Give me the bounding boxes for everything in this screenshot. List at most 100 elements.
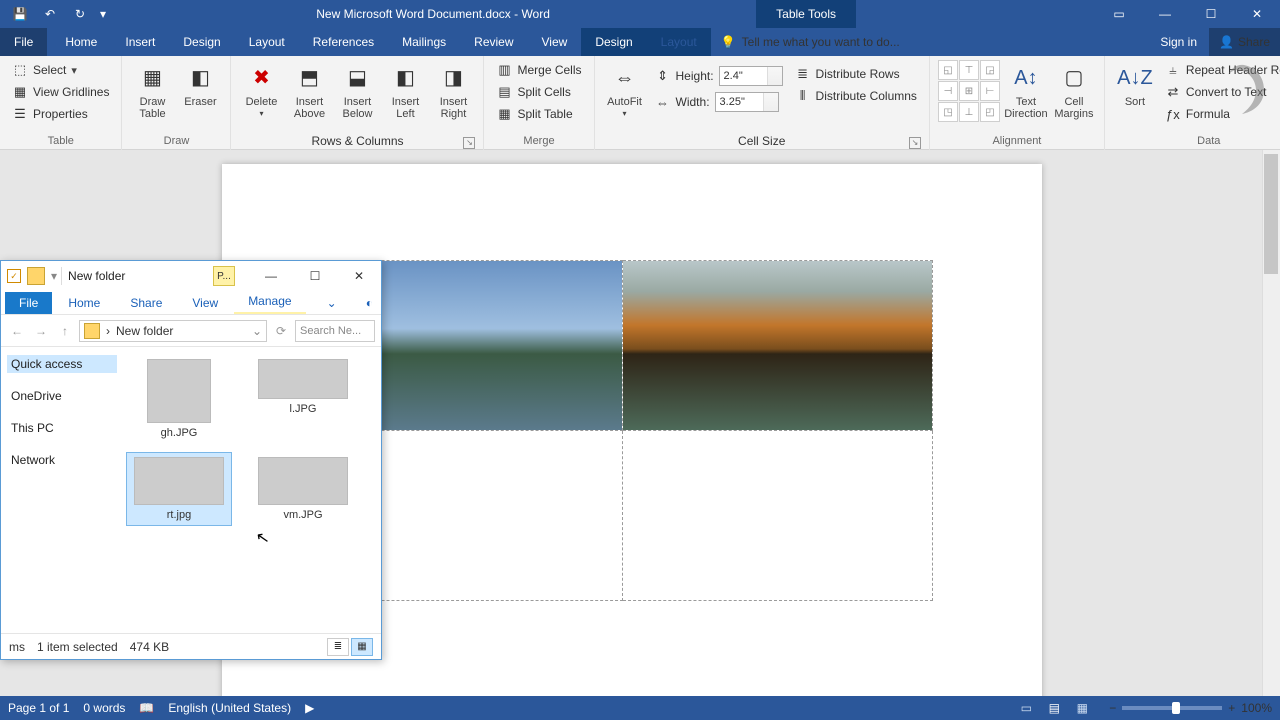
tab-layout[interactable]: Layout	[235, 28, 299, 56]
explorer-tab-home[interactable]: Home	[54, 292, 114, 314]
tell-me-search[interactable]: 💡Tell me what you want to do...	[711, 28, 1149, 56]
thumbnails-view-button[interactable]: ▦	[351, 638, 373, 656]
word-table[interactable]	[312, 260, 933, 601]
picture-tools-tab[interactable]: P...	[213, 266, 235, 286]
align-bl[interactable]: ◳	[938, 102, 958, 122]
tab-insert[interactable]: Insert	[111, 28, 169, 56]
file-explorer-window[interactable]: ✓ ▾ New folder P... — ☐ ✕ File Home Shar…	[0, 260, 382, 660]
scroll-thumb[interactable]	[1264, 154, 1278, 274]
tab-file[interactable]: File	[0, 28, 47, 56]
explorer-tab-file[interactable]: File	[5, 292, 52, 314]
align-ml[interactable]: ⊣	[938, 81, 958, 101]
redo-button[interactable]: ↻	[66, 2, 94, 26]
maximize-button[interactable]: ☐	[1188, 0, 1234, 28]
explorer-back[interactable]: ←	[7, 321, 27, 341]
status-language[interactable]: English (United States)	[168, 701, 291, 715]
explorer-refresh[interactable]: ⟳	[271, 321, 291, 341]
split-cells-button[interactable]: ▤Split Cells	[492, 82, 585, 102]
insert-right-button[interactable]: ◨Insert Right	[431, 60, 475, 120]
tab-references[interactable]: References	[299, 28, 388, 56]
tab-mailings[interactable]: Mailings	[388, 28, 460, 56]
eraser-button[interactable]: ◧Eraser	[178, 60, 222, 108]
ribbon-options-button[interactable]: ▭	[1096, 0, 1142, 28]
select-button[interactable]: ⬚Select ▾	[8, 60, 113, 80]
close-button[interactable]: ✕	[1234, 0, 1280, 28]
col-width-field[interactable]: ⇔Width:3.25"	[651, 90, 787, 114]
print-layout-button[interactable]: ▤	[1041, 699, 1067, 717]
minimize-button[interactable]: —	[1142, 0, 1188, 28]
tab-review[interactable]: Review	[460, 28, 527, 56]
file-thumb[interactable]: gh.JPG	[127, 355, 231, 443]
split-table-button[interactable]: ▦Split Table	[492, 104, 585, 124]
zoom-slider[interactable]	[1122, 706, 1222, 710]
save-button[interactable]: 💾	[6, 2, 34, 26]
explorer-minimize[interactable]: —	[249, 261, 293, 291]
tab-home[interactable]: Home	[51, 28, 111, 56]
zoom-out-button[interactable]: −	[1109, 701, 1116, 715]
explorer-forward[interactable]: →	[31, 321, 51, 341]
distribute-cols-button[interactable]: ⫴Distribute Columns	[791, 86, 921, 106]
align-tc[interactable]: ⊤	[959, 60, 979, 80]
tab-design[interactable]: Design	[169, 28, 234, 56]
nav-onedrive[interactable]: OneDrive	[7, 387, 117, 405]
status-page[interactable]: Page 1 of 1	[8, 701, 69, 715]
table-cell[interactable]	[623, 261, 933, 431]
cellsize-dialog-launcher[interactable]: ↘	[909, 137, 921, 149]
explorer-maximize[interactable]: ☐	[293, 261, 337, 291]
height-spinner[interactable]: 2.4"	[719, 66, 783, 86]
explorer-tab-view[interactable]: View	[178, 292, 232, 314]
insert-below-button[interactable]: ⬓Insert Below	[335, 60, 379, 120]
rows-cols-dialog-launcher[interactable]: ↘	[463, 137, 475, 149]
nav-this-pc[interactable]: This PC	[7, 419, 117, 437]
undo-button[interactable]: ↶	[36, 2, 64, 26]
explorer-tab-share[interactable]: Share	[116, 292, 176, 314]
zoom-percent[interactable]: 100%	[1241, 701, 1272, 715]
distribute-rows-button[interactable]: ≣Distribute Rows	[791, 64, 921, 84]
tab-table-design[interactable]: Design	[581, 28, 646, 56]
qat-customize[interactable]: ▾	[96, 2, 110, 26]
width-spinner[interactable]: 3.25"	[715, 92, 779, 112]
autofit-button[interactable]: ⇔AutoFit▾	[603, 60, 647, 120]
explorer-tab-manage[interactable]: Manage	[234, 290, 305, 314]
tab-view[interactable]: View	[528, 28, 582, 56]
delete-button[interactable]: ✖Delete▾	[239, 60, 283, 120]
align-mc[interactable]: ⊞	[959, 81, 979, 101]
align-bc[interactable]: ⊥	[959, 102, 979, 122]
view-gridlines-button[interactable]: ▦View Gridlines	[8, 82, 113, 102]
file-thumb-selected[interactable]: rt.jpg	[127, 453, 231, 525]
nav-network[interactable]: Network	[7, 451, 117, 469]
explorer-path[interactable]: › New folder ⌄	[79, 320, 267, 342]
tab-table-layout[interactable]: Layout	[647, 28, 711, 56]
merge-cells-button[interactable]: ▥Merge Cells	[492, 60, 585, 80]
status-words[interactable]: 0 words	[83, 701, 125, 715]
explorer-search[interactable]: Search Ne...	[295, 320, 375, 342]
macro-icon[interactable]: ▶	[305, 701, 314, 715]
insert-above-button[interactable]: ⬒Insert Above	[287, 60, 331, 120]
explorer-expand-ribbon[interactable]: ⌄	[319, 292, 345, 314]
image-autumn-lake[interactable]	[623, 261, 932, 430]
nav-quick-access[interactable]: Quick access	[7, 355, 117, 373]
zoom-in-button[interactable]: +	[1228, 701, 1235, 715]
web-layout-button[interactable]: ▦	[1069, 699, 1095, 717]
explorer-titlebar[interactable]: ✓ ▾ New folder P... — ☐ ✕	[1, 261, 381, 291]
row-height-field[interactable]: ⇕Height:2.4"	[651, 64, 787, 88]
explorer-close[interactable]: ✕	[337, 261, 381, 291]
text-direction-button[interactable]: A↕Text Direction	[1004, 60, 1048, 120]
table-cell[interactable]	[623, 431, 933, 601]
explorer-up[interactable]: ↑	[55, 321, 75, 341]
insert-left-button[interactable]: ◧Insert Left	[383, 60, 427, 120]
align-mr[interactable]: ⊢	[980, 81, 1000, 101]
file-thumb[interactable]: vm.JPG	[251, 453, 355, 525]
align-br[interactable]: ◰	[980, 102, 1000, 122]
explorer-help[interactable]: ◐	[358, 292, 381, 314]
align-tl[interactable]: ◱	[938, 60, 958, 80]
explorer-file-pane[interactable]: gh.JPG l.JPG rt.jpg vm.JPG	[123, 347, 381, 633]
details-view-button[interactable]: ≣	[327, 638, 349, 656]
draw-table-button[interactable]: ▦Draw Table	[130, 60, 174, 120]
spellcheck-icon[interactable]: 📖	[139, 701, 154, 715]
properties-button[interactable]: ☰Properties	[8, 104, 113, 124]
align-tr[interactable]: ◲	[980, 60, 1000, 80]
read-mode-button[interactable]: ▭	[1013, 699, 1039, 717]
signin-link[interactable]: Sign in	[1148, 28, 1209, 56]
cell-margins-button[interactable]: ▢Cell Margins	[1052, 60, 1096, 120]
